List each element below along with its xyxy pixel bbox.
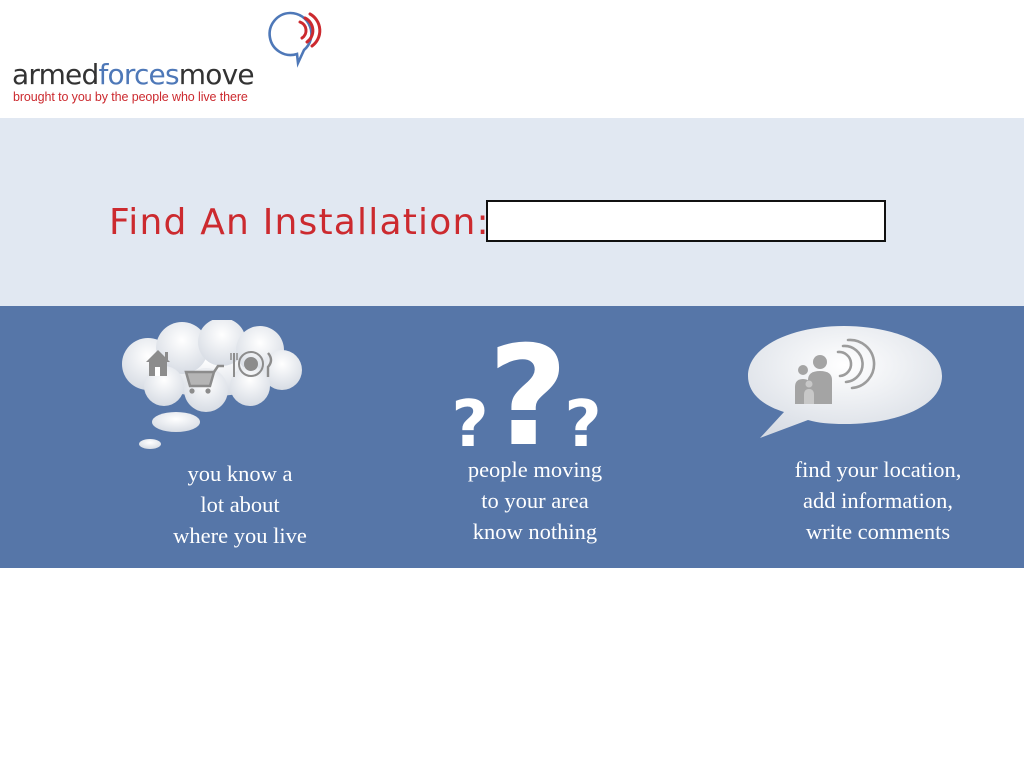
feature-know-area: you know a lot about where you live	[0, 306, 340, 568]
caption-line: you know a	[187, 461, 293, 486]
logo-tagline: brought to you by the people who live th…	[13, 90, 248, 104]
caption-line: lot about	[200, 492, 280, 517]
svg-text:?: ?	[451, 388, 488, 448]
feature-contribute: find your location, add information, wri…	[700, 306, 1024, 568]
logo-word-forces: forces	[98, 58, 179, 91]
feature-caption: find your location, add information, wri…	[758, 454, 998, 547]
caption-line: people moving	[467, 457, 603, 482]
logo-word-armed: armed	[12, 58, 99, 91]
svg-text:?: ?	[488, 320, 568, 448]
features-section: you know a lot about where you live ? ? …	[0, 306, 1024, 568]
svg-text:?: ?	[564, 388, 601, 448]
caption-line: know nothing	[472, 519, 598, 544]
caption-line: add information,	[803, 488, 953, 513]
caption-line: write comments	[805, 519, 951, 544]
installation-search-input[interactable]	[486, 200, 886, 242]
search-label: Find An Installation:	[109, 202, 490, 243]
feature-caption: people moving to your area know nothing	[415, 454, 655, 547]
question-marks-icon: ? ? ?	[451, 320, 601, 448]
feature-caption: you know a lot about where you live	[120, 458, 360, 551]
feature-newcomers: ? ? ? people moving to your area know no…	[340, 306, 700, 568]
caption-line: to your area	[481, 488, 589, 513]
caption-line: where you live	[173, 523, 307, 548]
speech-bubble-signal-icon	[268, 11, 322, 68]
thought-cloud-icon	[122, 320, 302, 449]
logo-word-move: move	[178, 58, 255, 91]
site-logo[interactable]: armedforcesmove brought to you by the pe…	[12, 8, 332, 108]
search-section: Find An Installation:	[0, 118, 1024, 306]
logo-wordmark: armedforcesmove	[12, 58, 255, 91]
header: armedforcesmove brought to you by the pe…	[0, 0, 1024, 118]
caption-line: find your location,	[794, 457, 962, 482]
speech-bubble-family-icon	[748, 326, 942, 438]
